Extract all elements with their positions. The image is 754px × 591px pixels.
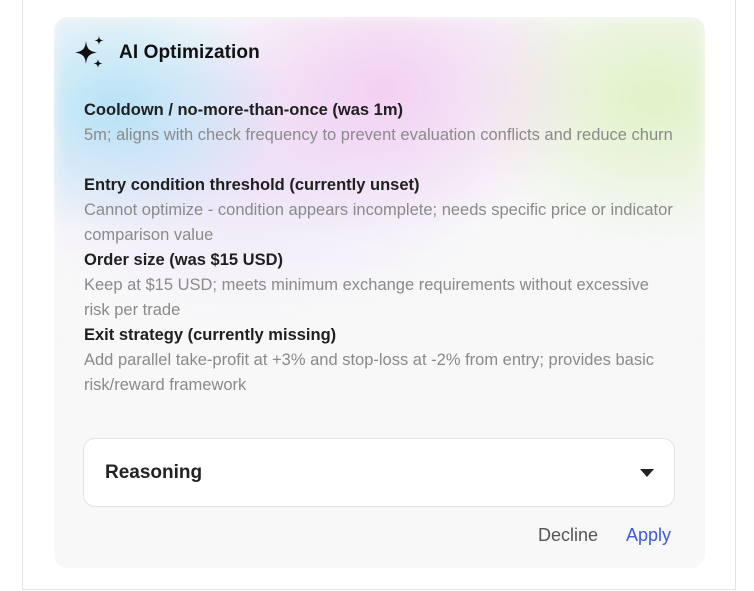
suggestion-item-exit-strategy: Exit strategy (currently missing) Add pa…: [84, 323, 674, 398]
apply-button[interactable]: Apply: [626, 525, 671, 546]
suggestion-detail: 5m; aligns with check frequency to preve…: [84, 126, 673, 144]
reasoning-accordion[interactable]: Reasoning: [83, 438, 675, 507]
sparkles-icon: [75, 36, 104, 68]
reasoning-label: Reasoning: [105, 462, 203, 483]
suggestion-label: Entry condition threshold (currently uns…: [84, 176, 420, 194]
card-header: AI Optimization: [72, 35, 260, 71]
suggestion-item-order-size: Order size (was $15 USD) Keep at $15 USD…: [84, 248, 674, 323]
suggestion-label: Exit strategy (currently missing): [84, 326, 337, 344]
suggestion-detail: Add parallel take-profit at +3% and stop…: [84, 351, 654, 394]
ai-optimization-card: AI Optimization Cooldown / no-more-than-…: [54, 17, 705, 568]
suggestion-item-cooldown: Cooldown / no-more-than-once (was 1m) 5m…: [84, 98, 674, 173]
suggestion-label: Cooldown / no-more-than-once (was 1m): [84, 101, 404, 119]
decline-button[interactable]: Decline: [538, 525, 598, 546]
suggestion-list: Cooldown / no-more-than-once (was 1m) 5m…: [84, 98, 674, 398]
panel-title: AI Optimization: [119, 42, 260, 63]
suggestion-detail: Keep at $15 USD; meets minimum exchange …: [84, 276, 649, 319]
suggestion-label: Order size (was $15 USD): [84, 251, 283, 269]
suggestion-detail: Cannot optimize - condition appears inco…: [84, 201, 673, 244]
chevron-down-icon: [640, 469, 654, 477]
suggestion-item-entry-condition: Entry condition threshold (currently uns…: [84, 173, 674, 248]
